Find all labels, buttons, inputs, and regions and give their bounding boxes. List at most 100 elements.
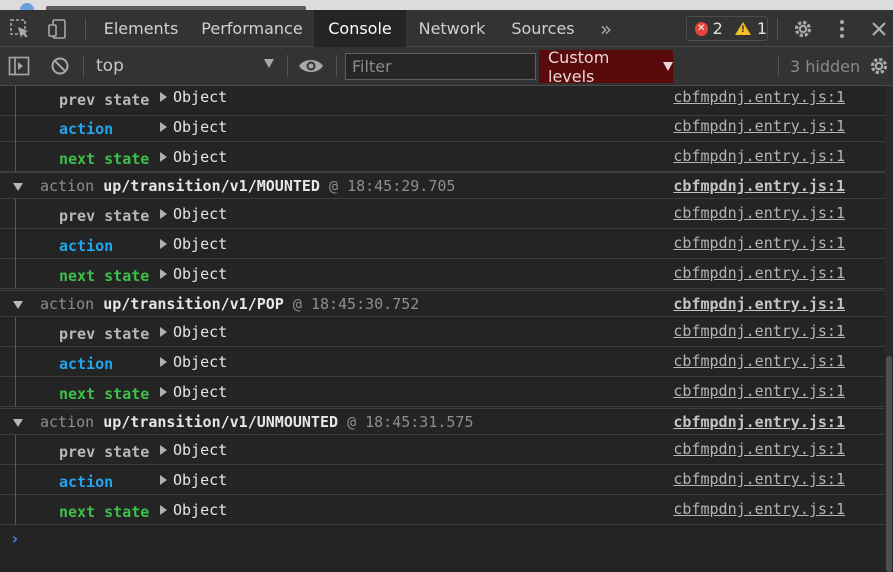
object-toggle[interactable]: Object xyxy=(160,323,227,341)
collapse-triangle-icon[interactable] xyxy=(13,419,23,427)
object-toggle[interactable]: Object xyxy=(160,353,227,371)
tab-sources[interactable]: Sources xyxy=(498,10,588,47)
tab-elements[interactable]: Elements xyxy=(92,10,190,47)
source-link[interactable]: cbfmpdnj.entry.js:1 xyxy=(673,234,845,252)
next-state-label: next state xyxy=(59,503,150,521)
tab-performance[interactable]: Performance xyxy=(190,10,314,47)
object-toggle[interactable]: Object xyxy=(160,148,227,166)
group-indent-line xyxy=(15,142,16,172)
expand-triangle-icon xyxy=(160,327,167,337)
expand-triangle-icon xyxy=(160,239,167,249)
source-link[interactable]: cbfmpdnj.entry.js:1 xyxy=(673,204,845,222)
action-group-header[interactable]: action up/transition/v1/POP @ 18:45:30.7… xyxy=(0,290,885,317)
toolbar-separator xyxy=(83,55,84,77)
log-row-prev-state: prev state Object cbfmpdnj.entry.js:1 xyxy=(0,199,885,229)
tab-network[interactable]: Network xyxy=(406,10,498,47)
issues-counter[interactable]: ✕ 2 ! 1 xyxy=(686,16,768,41)
scrollbar-thumb[interactable] xyxy=(886,356,892,572)
log-row-action: action Object cbfmpdnj.entry.js:1 xyxy=(0,229,885,259)
page-favicon-icon xyxy=(20,3,34,10)
next-state-label: next state xyxy=(59,267,150,285)
dropdown-caret-icon xyxy=(663,62,673,71)
object-toggle[interactable]: Object xyxy=(160,118,227,136)
source-link[interactable]: cbfmpdnj.entry.js:1 xyxy=(673,322,845,340)
error-icon: ✕ xyxy=(695,21,708,36)
console-prompt-chevron-icon[interactable]: › xyxy=(10,529,20,548)
expand-triangle-icon xyxy=(160,152,167,162)
expand-triangle-icon xyxy=(160,387,167,397)
clear-console-icon[interactable] xyxy=(46,47,74,85)
console-messages: prev state Object cbfmpdnj.entry.js:1 ac… xyxy=(0,86,885,572)
source-link[interactable]: cbfmpdnj.entry.js:1 xyxy=(673,88,845,106)
console-scrollbar[interactable] xyxy=(885,86,893,572)
log-row-next-state: next state Object cbfmpdnj.entry.js:1 xyxy=(0,495,885,525)
expand-triangle-icon xyxy=(160,505,167,515)
group-indent-line xyxy=(15,465,16,495)
source-link[interactable]: cbfmpdnj.entry.js:1 xyxy=(673,382,845,400)
log-levels-label: Custom levels xyxy=(548,47,610,86)
source-link[interactable]: cbfmpdnj.entry.js:1 xyxy=(673,500,845,518)
source-link[interactable]: cbfmpdnj.entry.js:1 xyxy=(673,470,845,488)
devtools-tab-bar: Elements Performance Console Network Sou… xyxy=(0,10,893,47)
source-link[interactable]: cbfmpdnj.entry.js:1 xyxy=(673,352,845,370)
toolbar-separator xyxy=(336,55,337,77)
source-link[interactable]: cbfmpdnj.entry.js:1 xyxy=(673,295,845,313)
timestamp: 18:45:29.705 xyxy=(347,177,456,195)
expand-triangle-icon xyxy=(160,122,167,132)
source-link[interactable]: cbfmpdnj.entry.js:1 xyxy=(673,147,845,165)
group-indent-line xyxy=(15,112,16,142)
hidden-messages-count: 3 hidden xyxy=(790,57,861,76)
object-toggle[interactable]: Object xyxy=(160,88,227,106)
action-type: up/transition/v1/MOUNTED xyxy=(103,177,320,195)
javascript-context-select[interactable]: top xyxy=(90,53,280,79)
prev-state-label: prev state xyxy=(59,325,150,343)
console-settings-gear-icon[interactable] xyxy=(866,47,892,85)
action-group-header[interactable]: action up/transition/v1/MOUNTED @ 18:45:… xyxy=(0,172,885,199)
group-indent-line xyxy=(15,229,16,259)
object-toggle[interactable]: Object xyxy=(160,441,227,459)
collapse-triangle-icon[interactable] xyxy=(13,301,23,309)
action-group-header[interactable]: action up/transition/v1/UNMOUNTED @ 18:4… xyxy=(0,408,885,435)
more-tabs-chevron-icon[interactable]: » xyxy=(592,10,620,47)
expand-triangle-icon xyxy=(160,92,167,102)
group-indent-line xyxy=(15,317,16,347)
object-toggle[interactable]: Object xyxy=(160,471,227,489)
log-row-prev-state: prev state Object cbfmpdnj.entry.js:1 xyxy=(0,435,885,465)
log-row-next-state: next state Object cbfmpdnj.entry.js:1 xyxy=(0,142,885,172)
filter-input[interactable] xyxy=(345,53,536,80)
expand-triangle-icon xyxy=(160,269,167,279)
tab-console[interactable]: Console xyxy=(314,10,406,47)
log-row-next-state: next state Object cbfmpdnj.entry.js:1 xyxy=(0,377,885,407)
object-toggle[interactable]: Object xyxy=(160,265,227,283)
warning-icon: ! xyxy=(734,22,751,35)
source-link[interactable]: cbfmpdnj.entry.js:1 xyxy=(673,440,845,458)
tab-separator xyxy=(777,18,778,40)
expand-triangle-icon xyxy=(160,475,167,485)
settings-gear-icon[interactable] xyxy=(788,10,818,47)
object-toggle[interactable]: Object xyxy=(160,501,227,519)
next-state-label: next state xyxy=(59,150,150,168)
object-toggle[interactable]: Object xyxy=(160,205,227,223)
group-indent-line xyxy=(15,199,16,229)
source-link[interactable]: cbfmpdnj.entry.js:1 xyxy=(673,117,845,135)
source-link[interactable]: cbfmpdnj.entry.js:1 xyxy=(673,413,845,431)
toolbar-separator xyxy=(778,55,779,77)
timestamp: 18:45:31.575 xyxy=(365,413,474,431)
source-link[interactable]: cbfmpdnj.entry.js:1 xyxy=(673,177,845,195)
group-indent-line xyxy=(15,347,16,377)
log-levels-dropdown[interactable]: Custom levels xyxy=(539,47,673,86)
warning-count: 1 xyxy=(756,19,767,38)
inspect-element-icon[interactable] xyxy=(6,10,34,47)
timestamp: 18:45:30.752 xyxy=(310,295,420,313)
live-expression-eye-icon[interactable] xyxy=(296,47,326,85)
source-link[interactable]: cbfmpdnj.entry.js:1 xyxy=(673,264,845,282)
collapse-triangle-icon[interactable] xyxy=(13,183,23,191)
log-row-action: action Object cbfmpdnj.entry.js:1 xyxy=(0,112,885,142)
object-toggle[interactable]: Object xyxy=(160,383,227,401)
toolbar-separator xyxy=(287,55,288,77)
more-options-kebab-icon[interactable] xyxy=(830,10,854,47)
show-sidebar-icon[interactable] xyxy=(6,47,32,85)
device-toolbar-icon[interactable] xyxy=(44,10,72,47)
close-devtools-icon[interactable] xyxy=(866,10,892,47)
object-toggle[interactable]: Object xyxy=(160,235,227,253)
